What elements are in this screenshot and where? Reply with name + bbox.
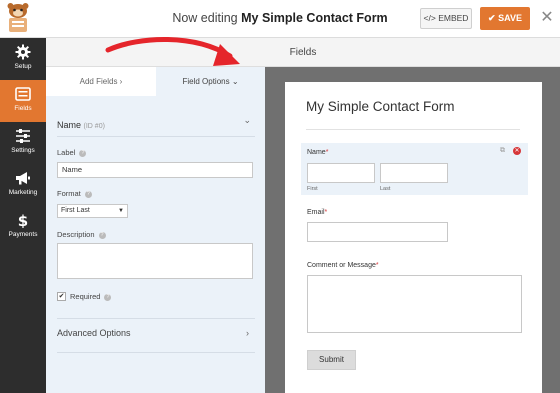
label-input[interactable]: Name — [57, 162, 253, 178]
advanced-options-toggle[interactable]: Advanced Options › — [57, 328, 255, 342]
list-icon — [15, 87, 31, 101]
sidebar-label-payments: Payments — [8, 231, 38, 238]
embed-label: EMBED — [438, 13, 469, 23]
left-sidebar: Setup Fields Settings Marketing $ Paymen… — [0, 38, 46, 393]
chevron-right-icon: › — [246, 328, 249, 338]
field-header-name[interactable]: Name (ID #0) ⌄ — [57, 115, 255, 137]
name-label: Name* — [307, 149, 328, 156]
submit-button[interactable]: Submit — [307, 350, 356, 370]
description-textarea[interactable] — [57, 243, 253, 279]
sidebar-label-settings: Settings — [11, 147, 35, 154]
description-caption: Description? — [57, 230, 106, 239]
collapse-chevron-icon[interactable]: ⌄ — [243, 115, 251, 126]
label-caption-text: Label — [57, 148, 76, 157]
sidebar-label-setup: Setup — [14, 63, 32, 70]
field-title: Name (ID #0) — [57, 120, 105, 130]
sidebar-item-marketing[interactable]: Marketing — [0, 164, 46, 206]
message-label: Comment or Message* — [307, 262, 379, 269]
editing-title: Now editing My Simple Contact Form — [0, 11, 560, 25]
chevron-down-icon: ⌄ — [231, 77, 239, 86]
tab-add-fields-label: Add Fields — [79, 77, 118, 86]
help-icon[interactable]: ? — [84, 191, 92, 198]
label-caption: Label? — [57, 148, 87, 157]
field-options-panel: Add Fields › Field Options ⌄ Name (ID #0… — [46, 67, 265, 393]
sidebar-label-marketing: Marketing — [8, 189, 38, 196]
tab-field-options[interactable]: Field Options ⌄ — [156, 67, 265, 96]
required-star: * — [375, 262, 379, 269]
divider — [306, 129, 520, 130]
format-select[interactable]: First Last ▼ — [57, 204, 128, 218]
help-icon[interactable]: ? — [79, 150, 87, 157]
editing-form-name: My Simple Contact Form — [241, 11, 388, 25]
help-icon[interactable]: ? — [98, 232, 106, 239]
format-caption-text: Format — [57, 189, 81, 198]
email-label-text: Email — [307, 209, 325, 216]
section-title: Fields — [46, 38, 560, 67]
save-button[interactable]: ✔ SAVE — [480, 7, 530, 30]
first-sublabel: First — [307, 186, 318, 192]
required-checkbox[interactable]: ✔ — [57, 292, 66, 301]
svg-text:$: $ — [18, 212, 28, 228]
email-input[interactable] — [307, 222, 448, 242]
required-star: * — [325, 149, 329, 156]
first-name-input[interactable] — [307, 163, 375, 183]
duplicate-icon[interactable]: ⧉ — [500, 147, 505, 155]
form-preview: My Simple Contact Form Name* ⧉ ✕ First L… — [285, 82, 542, 393]
sidebar-item-settings[interactable]: Settings — [0, 122, 46, 164]
close-icon[interactable]: ✕ — [538, 8, 556, 28]
help-icon[interactable]: ? — [104, 294, 112, 301]
divider — [57, 352, 255, 353]
tab-field-options-label: Field Options — [182, 77, 230, 86]
email-label: Email* — [307, 209, 327, 216]
message-label-text: Comment or Message — [307, 262, 376, 269]
chevron-right-icon: › — [119, 77, 123, 86]
required-caption: Required? — [70, 292, 112, 301]
delete-icon[interactable]: ✕ — [513, 147, 521, 155]
sidebar-label-fields: Fields — [14, 105, 32, 112]
code-icon: </> — [423, 13, 436, 23]
megaphone-icon — [16, 172, 30, 185]
name-field-block[interactable]: Name* ⧉ ✕ First Last — [301, 143, 528, 195]
tab-add-fields[interactable]: Add Fields › — [46, 67, 156, 96]
field-name: Name — [57, 120, 82, 130]
sidebar-item-fields[interactable]: Fields — [0, 80, 46, 122]
embed-button[interactable]: </> EMBED — [420, 8, 472, 29]
name-label-text: Name — [307, 149, 326, 156]
format-selected-value: First Last — [61, 207, 90, 214]
advanced-options-label: Advanced Options — [57, 328, 131, 338]
format-caption: Format? — [57, 189, 92, 198]
editing-prefix: Now editing — [172, 11, 238, 25]
sidebar-item-setup[interactable]: Setup — [0, 38, 46, 80]
divider — [57, 318, 255, 319]
form-builder-window: Now editing My Simple Contact Form </> E… — [0, 0, 560, 393]
checkmark-icon: ✔ — [488, 13, 496, 23]
description-caption-text: Description — [57, 230, 95, 239]
save-label: SAVE — [498, 13, 522, 23]
sliders-icon — [16, 129, 30, 143]
last-name-input[interactable] — [380, 163, 448, 183]
sidebar-item-payments[interactable]: $ Payments — [0, 206, 46, 248]
gear-icon — [15, 44, 31, 60]
select-arrow-icon: ▼ — [118, 208, 124, 214]
dollar-icon: $ — [18, 212, 28, 228]
form-preview-title: My Simple Contact Form — [306, 99, 455, 114]
last-sublabel: Last — [380, 186, 391, 192]
required-star: * — [324, 209, 328, 216]
top-bar: Now editing My Simple Contact Form </> E… — [0, 0, 560, 38]
required-label: Required — [70, 292, 101, 301]
field-id: (ID #0) — [83, 123, 105, 130]
message-textarea[interactable] — [307, 275, 522, 333]
